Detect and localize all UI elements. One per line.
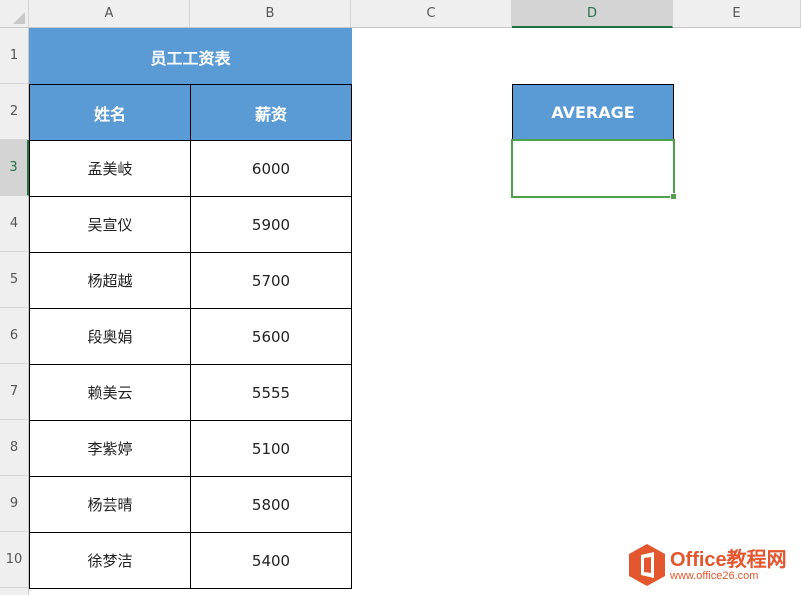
salary-cell[interactable]: 5100 — [190, 420, 352, 477]
select-all-triangle-icon — [13, 12, 25, 24]
row-header-9[interactable]: 9 — [0, 476, 29, 532]
spreadsheet-grid: A B C D E 1 2 3 4 5 6 7 8 9 10 员工工资表 姓名 … — [0, 0, 801, 595]
row-header-5[interactable]: 5 — [0, 252, 29, 308]
fill-handle[interactable] — [670, 193, 677, 200]
row-header-8[interactable]: 8 — [0, 420, 29, 476]
name-cell[interactable]: 徐梦洁 — [29, 532, 191, 589]
salary-cell[interactable]: 5900 — [190, 196, 352, 253]
column-header-a[interactable]: A — [29, 0, 190, 28]
salary-cell[interactable]: 5700 — [190, 252, 352, 309]
row-header-6[interactable]: 6 — [0, 308, 29, 364]
name-cell[interactable]: 孟美岐 — [29, 140, 191, 197]
salary-cell[interactable]: 5555 — [190, 364, 352, 421]
row-header-10[interactable]: 10 — [0, 532, 29, 588]
row-header-4[interactable]: 4 — [0, 196, 29, 252]
name-cell[interactable]: 李紫婷 — [29, 420, 191, 477]
name-cell[interactable]: 赖美云 — [29, 364, 191, 421]
row-header-2[interactable]: 2 — [0, 84, 29, 140]
column-header-d[interactable]: D — [512, 0, 673, 28]
salary-cell[interactable]: 5400 — [190, 532, 352, 589]
row-header-11[interactable] — [0, 588, 29, 595]
column-header-e[interactable]: E — [673, 0, 801, 28]
name-cell[interactable]: 段奥娟 — [29, 308, 191, 365]
office-logo-icon — [628, 543, 666, 587]
row-header-7[interactable]: 7 — [0, 364, 29, 420]
salary-cell[interactable]: 6000 — [190, 140, 352, 197]
select-all-corner[interactable] — [0, 0, 29, 28]
table-title-cell[interactable]: 员工工资表 — [29, 28, 352, 85]
name-cell[interactable]: 吴宣仪 — [29, 196, 191, 253]
watermark-url: www.office26.com — [670, 570, 758, 582]
row-header-3[interactable]: 3 — [0, 140, 29, 196]
header-cell-name[interactable]: 姓名 — [29, 84, 191, 141]
salary-cell[interactable]: 5800 — [190, 476, 352, 533]
average-value-cell[interactable] — [511, 139, 675, 198]
office26-watermark: Office教程网 www.office26.com — [628, 541, 793, 589]
name-cell[interactable]: 杨超越 — [29, 252, 191, 309]
column-header-c[interactable]: C — [351, 0, 512, 28]
column-header-b[interactable]: B — [190, 0, 351, 28]
watermark-title: Office教程网 — [670, 543, 787, 572]
average-header-cell[interactable]: AVERAGE — [512, 84, 674, 141]
row-header-1[interactable]: 1 — [0, 28, 29, 84]
name-cell[interactable]: 杨芸晴 — [29, 476, 191, 533]
salary-cell[interactable]: 5600 — [190, 308, 352, 365]
header-cell-salary[interactable]: 薪资 — [190, 84, 352, 141]
